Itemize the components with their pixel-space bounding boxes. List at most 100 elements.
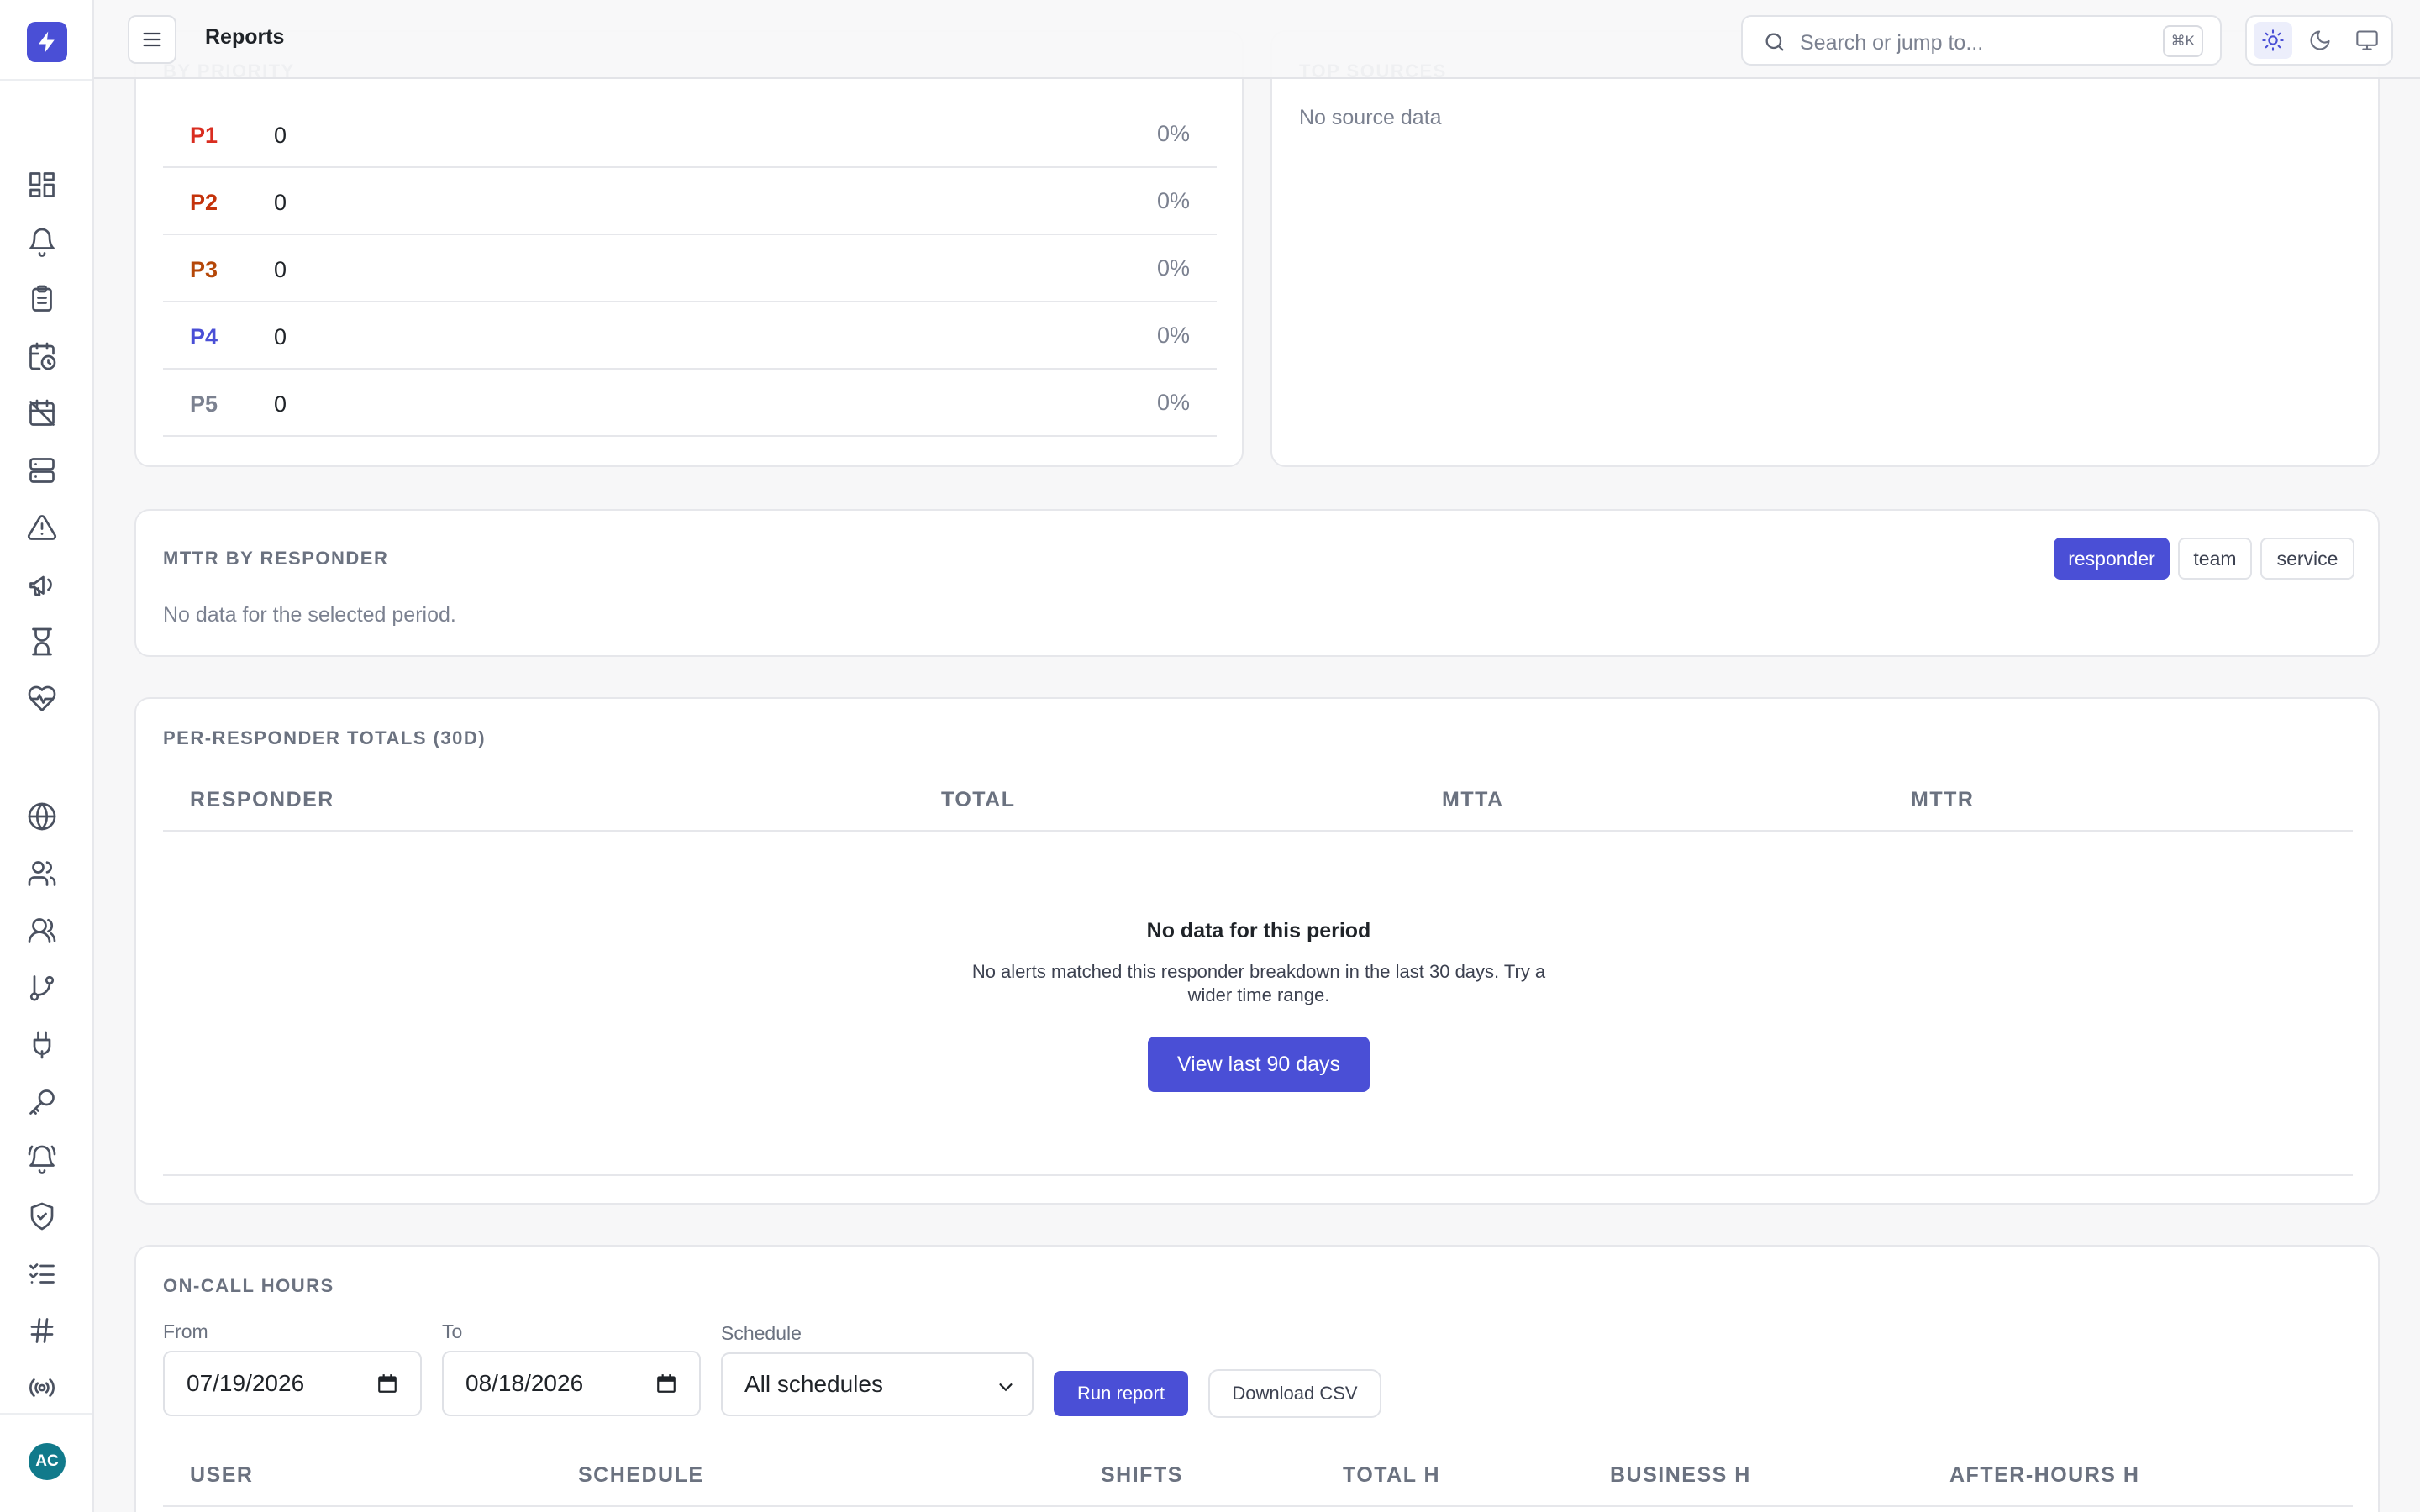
column-mtta[interactable]: MTTA	[1442, 788, 1504, 812]
calendar-clock-icon[interactable]	[25, 339, 59, 373]
download-csv-button[interactable]: Download CSV	[1208, 1369, 1381, 1418]
heart-pulse-icon[interactable]	[25, 682, 59, 716]
priority-percent: 0%	[1156, 188, 1190, 213]
priority-count: 0	[274, 391, 287, 417]
top-sources-empty: No source data	[1299, 106, 1442, 129]
from-date-value: 07/19/2026	[187, 1370, 305, 1396]
light-theme-button[interactable]	[2254, 22, 2292, 59]
priority-count: 0	[274, 257, 287, 282]
priority-percent: 0%	[1156, 255, 1190, 281]
column-user[interactable]: USER	[190, 1463, 253, 1488]
empty-state-line-2: wider time range.	[1187, 984, 1330, 1005]
empty-state-line-1: No alerts matched this responder breakdo…	[971, 961, 1546, 982]
system-theme-button[interactable]	[2348, 22, 2386, 59]
hash-icon[interactable]	[25, 1314, 59, 1347]
calendar-off-icon[interactable]	[25, 396, 59, 430]
priority-label: P1	[190, 123, 218, 148]
view-last-90-days-button[interactable]: View last 90 days	[1148, 1037, 1370, 1092]
bell-icon[interactable]	[25, 225, 59, 259]
key-icon[interactable]	[25, 1085, 59, 1119]
on-call-hours-card: ON-CALL HOURS From 07/19/2026 To 08/18/2…	[134, 1245, 2380, 1512]
dashboard-icon[interactable]	[25, 168, 59, 202]
priority-label: P5	[190, 391, 218, 417]
server-icon[interactable]	[25, 454, 59, 487]
run-report-button[interactable]: Run report	[1054, 1371, 1188, 1416]
mttr-empty: No data for the selected period.	[163, 603, 456, 627]
dark-theme-button[interactable]	[2301, 22, 2339, 59]
priority-label: P4	[190, 324, 218, 349]
sidebar-divider	[0, 79, 92, 81]
column-responder[interactable]: RESPONDER	[190, 788, 334, 812]
empty-state-title: No data for this period	[1146, 919, 1371, 942]
priority-row: P2 0 0%	[163, 168, 1217, 235]
column-schedule[interactable]: SCHEDULE	[578, 1463, 704, 1488]
hourglass-icon[interactable]	[25, 625, 59, 659]
priority-count: 0	[274, 324, 287, 349]
alert-triangle-icon[interactable]	[25, 511, 59, 544]
priority-row: P4 0 0%	[163, 302, 1217, 370]
search-input[interactable]: Search or jump to... ⌘K	[1741, 15, 2222, 66]
group-team-button[interactable]: team	[2178, 538, 2252, 580]
priority-label: P2	[190, 190, 218, 215]
priority-row: P3 0 0%	[163, 235, 1217, 302]
schedule-label: Schedule	[721, 1322, 802, 1344]
table-header-divider	[163, 830, 2353, 832]
search-icon	[1765, 33, 1784, 51]
per-responder-card: PER-RESPONDER TOTALS (30D) RESPONDER TOT…	[134, 697, 2380, 1205]
sidebar: AC	[0, 0, 94, 1512]
hamburger-icon	[143, 32, 161, 47]
sidebar-divider	[0, 1413, 92, 1415]
bolt-icon[interactable]	[27, 22, 67, 62]
search-placeholder: Search or jump to...	[1800, 31, 1984, 55]
to-date-value: 08/18/2026	[466, 1370, 584, 1396]
calendar-icon[interactable]	[376, 1373, 398, 1394]
megaphone-icon[interactable]	[25, 568, 59, 601]
git-branch-icon[interactable]	[25, 971, 59, 1005]
on-call-hours-label: ON-CALL HOURS	[163, 1275, 334, 1296]
mttr-card: MTTR BY RESPONDER No data for the select…	[134, 509, 2380, 657]
schedule-select-value: All schedules	[744, 1371, 883, 1397]
to-date-input[interactable]: 08/18/2026	[442, 1351, 701, 1416]
from-label: From	[163, 1320, 208, 1342]
globe-icon[interactable]	[25, 800, 59, 833]
bell-ring-icon[interactable]	[25, 1142, 59, 1176]
sun-icon	[2262, 29, 2284, 51]
per-responder-label: PER-RESPONDER TOTALS (30D)	[163, 727, 487, 748]
shield-check-icon[interactable]	[25, 1200, 59, 1233]
list-checks-icon[interactable]	[25, 1257, 59, 1290]
priority-percent: 0%	[1156, 121, 1190, 146]
monitor-icon	[2356, 30, 2378, 50]
team-icon[interactable]	[25, 914, 59, 948]
priority-row: P5 0 0%	[163, 370, 1217, 437]
top-bar: Reports Search or jump to... ⌘K	[94, 0, 2420, 79]
users-icon[interactable]	[25, 857, 59, 890]
table-footer-divider	[163, 1174, 2353, 1176]
moon-icon	[2310, 30, 2330, 50]
plug-icon[interactable]	[25, 1028, 59, 1062]
priority-percent: 0%	[1156, 323, 1190, 348]
calendar-icon[interactable]	[655, 1373, 677, 1394]
avatar[interactable]: AC	[29, 1443, 66, 1480]
chevron-down-icon	[999, 1383, 1013, 1392]
top-sources-card: TOP SOURCES No source data	[1270, 30, 2380, 467]
priority-label: P3	[190, 257, 218, 282]
column-total-h[interactable]: TOTAL H	[1343, 1463, 1440, 1488]
clipboard-icon[interactable]	[25, 282, 59, 316]
priority-count: 0	[274, 123, 287, 148]
column-business-h[interactable]: BUSINESS H	[1610, 1463, 1751, 1488]
broadcast-icon[interactable]	[25, 1371, 59, 1404]
column-total[interactable]: TOTAL	[941, 788, 1016, 812]
to-label: To	[442, 1320, 463, 1342]
menu-button[interactable]	[128, 15, 176, 64]
by-priority-card: BY PRIORITY P100%P200%P300%P400%P500%	[134, 30, 1244, 467]
schedule-select[interactable]: All schedules	[721, 1352, 1034, 1416]
table-header-divider	[163, 1505, 2353, 1507]
group-service-button[interactable]: service	[2260, 538, 2354, 580]
group-responder-button[interactable]: responder	[2054, 538, 2170, 580]
from-date-input[interactable]: 07/19/2026	[163, 1351, 422, 1416]
column-after-hours-h[interactable]: AFTER-HOURS H	[1949, 1463, 2139, 1488]
column-shifts[interactable]: SHIFTS	[1101, 1463, 1183, 1488]
shortcut-badge: ⌘K	[2162, 25, 2203, 57]
mttr-label: MTTR BY RESPONDER	[163, 548, 389, 569]
column-mttr[interactable]: MTTR	[1911, 788, 1974, 812]
